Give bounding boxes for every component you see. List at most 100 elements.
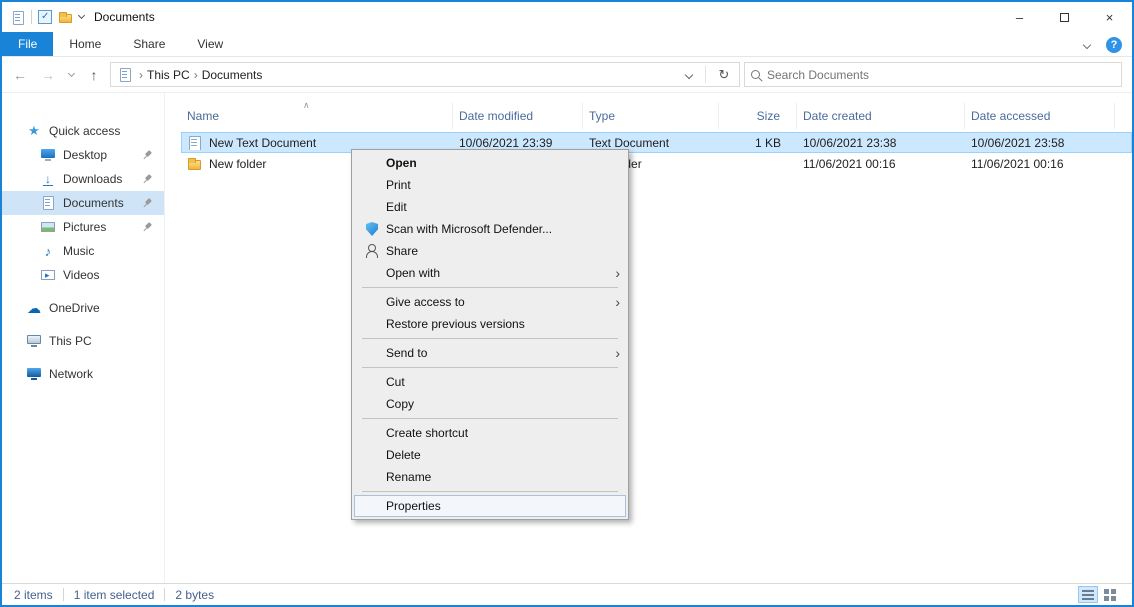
menu-item-icon xyxy=(364,469,380,485)
sidebar-item-label: Downloads xyxy=(63,172,123,186)
refresh-button[interactable]: ↻ xyxy=(711,63,737,86)
address-dropdown-button[interactable] xyxy=(678,63,700,86)
context-menu-item[interactable]: Send to xyxy=(352,342,628,364)
sidebar-item[interactable]: Quick access xyxy=(2,119,164,143)
context-menu-item[interactable]: Delete xyxy=(352,444,628,466)
search-box[interactable] xyxy=(744,62,1122,87)
thumbnails-view-icon xyxy=(1103,589,1109,594)
sidebar-item-label: Documents xyxy=(63,196,124,210)
breadcrumb-item[interactable]: Documents xyxy=(200,66,265,84)
sidebar-item-icon xyxy=(40,219,56,235)
context-menu-item[interactable]: Open xyxy=(352,152,628,174)
sidebar-item[interactable]: Desktop xyxy=(2,143,164,167)
ribbon-tab[interactable]: View xyxy=(181,32,239,56)
context-menu-item[interactable]: Open with xyxy=(352,262,628,284)
sidebar-item[interactable]: OneDrive xyxy=(2,296,164,320)
sidebar-item[interactable]: Downloads xyxy=(2,167,164,191)
context-menu-item[interactable] xyxy=(362,367,618,368)
menu-item-icon xyxy=(364,498,380,514)
qat-new-folder-icon[interactable] xyxy=(58,10,73,24)
search-icon xyxy=(751,70,760,79)
menu-item-icon xyxy=(364,396,380,412)
ribbon-tab[interactable]: Home xyxy=(53,32,117,56)
context-menu-item[interactable]: Edit xyxy=(352,196,628,218)
context-menu-item[interactable]: Properties xyxy=(354,495,626,517)
column-header[interactable]: Date accessed xyxy=(965,103,1115,129)
maximize-button[interactable] xyxy=(1042,2,1087,32)
sidebar-item[interactable]: Documents xyxy=(2,191,164,215)
file-date-created: 11/06/2021 00:16 xyxy=(803,156,896,171)
context-menu-item[interactable]: Copy xyxy=(352,393,628,415)
sidebar-item-label: Music xyxy=(63,244,95,258)
sidebar-item[interactable]: Videos xyxy=(2,263,164,287)
ribbon-tab[interactable]: Share xyxy=(117,32,181,56)
titlebar-divider xyxy=(31,10,32,24)
qat-properties-icon[interactable] xyxy=(38,10,52,24)
menu-item-label: Restore previous versions xyxy=(386,317,525,331)
sidebar-item[interactable]: This PC xyxy=(2,329,164,353)
context-menu: Open Print Edit Scan with Microsoft Defe… xyxy=(351,149,629,520)
context-menu-item[interactable] xyxy=(362,287,618,288)
breadcrumb-separator-icon xyxy=(137,68,145,82)
ribbon-collapse-chevron-icon[interactable] xyxy=(1082,40,1092,50)
sidebar-item[interactable]: Pictures xyxy=(2,215,164,239)
items-count: 2 items xyxy=(14,587,53,602)
pin-icon xyxy=(140,196,154,210)
minimize-button[interactable]: – xyxy=(997,2,1042,32)
breadcrumb-item[interactable]: This PC xyxy=(145,66,192,84)
column-header[interactable]: Size xyxy=(719,103,797,129)
context-menu-item[interactable] xyxy=(362,418,618,419)
menu-item-label: Create shortcut xyxy=(386,426,469,440)
search-input[interactable] xyxy=(767,67,1115,82)
ribbon-tab[interactable]: File xyxy=(2,32,54,56)
sidebar-item-label: Videos xyxy=(63,268,100,282)
maximize-icon xyxy=(1060,12,1069,22)
submenu-arrow-icon xyxy=(615,346,620,360)
sidebar-item-label: OneDrive xyxy=(49,301,100,315)
menu-item-label: Share xyxy=(386,244,419,258)
file-name: New Text Document xyxy=(209,135,317,150)
thumbnails-view-button[interactable] xyxy=(1102,586,1122,603)
context-menu-item[interactable]: Restore previous versions xyxy=(352,313,628,335)
column-header[interactable]: Name xyxy=(181,103,453,129)
sidebar-item[interactable]: Music xyxy=(2,239,164,263)
context-menu-item[interactable] xyxy=(362,491,618,492)
location-icon xyxy=(117,67,132,82)
column-header[interactable]: Date created xyxy=(797,103,965,129)
file-name: New folder xyxy=(209,156,267,171)
file-row[interactable]: New folder 11/06/2021 00:16 File folder … xyxy=(181,153,1132,174)
recent-locations-chevron-icon[interactable] xyxy=(64,63,78,87)
file-row[interactable]: New Text Document 10/06/2021 23:39 Text … xyxy=(181,132,1132,153)
context-menu-item[interactable]: Rename xyxy=(352,466,628,488)
back-button[interactable]: ← xyxy=(8,63,32,87)
forward-button[interactable]: → xyxy=(36,63,60,87)
up-button[interactable]: ↑ xyxy=(82,63,106,87)
context-menu-item[interactable] xyxy=(362,338,618,339)
menu-item-icon xyxy=(364,221,380,237)
sidebar-item-icon xyxy=(26,366,42,382)
column-headers: ∧ Name Date modified Type Size Date crea… xyxy=(181,100,1132,129)
help-icon[interactable]: ? xyxy=(1106,37,1122,53)
column-header[interactable]: Type xyxy=(583,103,719,129)
context-menu-item[interactable]: Give access to xyxy=(352,291,628,313)
context-menu-item[interactable]: Cut xyxy=(352,371,628,393)
menu-item-icon xyxy=(364,265,380,281)
menu-item-icon xyxy=(364,294,380,310)
sort-ascending-icon[interactable]: ∧ xyxy=(303,100,310,111)
details-view-button[interactable] xyxy=(1078,586,1098,603)
sidebar-item-icon xyxy=(40,147,56,163)
context-menu-item[interactable]: Print xyxy=(352,174,628,196)
column-header[interactable]: Date modified xyxy=(453,103,583,129)
navigation-pane: Quick access Desktop Downloads xyxy=(2,93,165,583)
sidebar-item[interactable]: Network xyxy=(2,362,164,386)
address-bar[interactable]: This PC Documents ↻ xyxy=(110,62,740,87)
close-button[interactable]: × xyxy=(1087,2,1132,32)
menu-item-label: Give access to xyxy=(386,295,465,309)
pin-icon xyxy=(140,172,154,186)
pin-icon xyxy=(140,220,154,234)
context-menu-item[interactable]: Share xyxy=(352,240,628,262)
menu-item-label: Properties xyxy=(386,499,441,513)
context-menu-item[interactable]: Create shortcut xyxy=(352,422,628,444)
context-menu-item[interactable]: Scan with Microsoft Defender... xyxy=(352,218,628,240)
qat-customize-chevron-icon[interactable] xyxy=(77,11,86,20)
